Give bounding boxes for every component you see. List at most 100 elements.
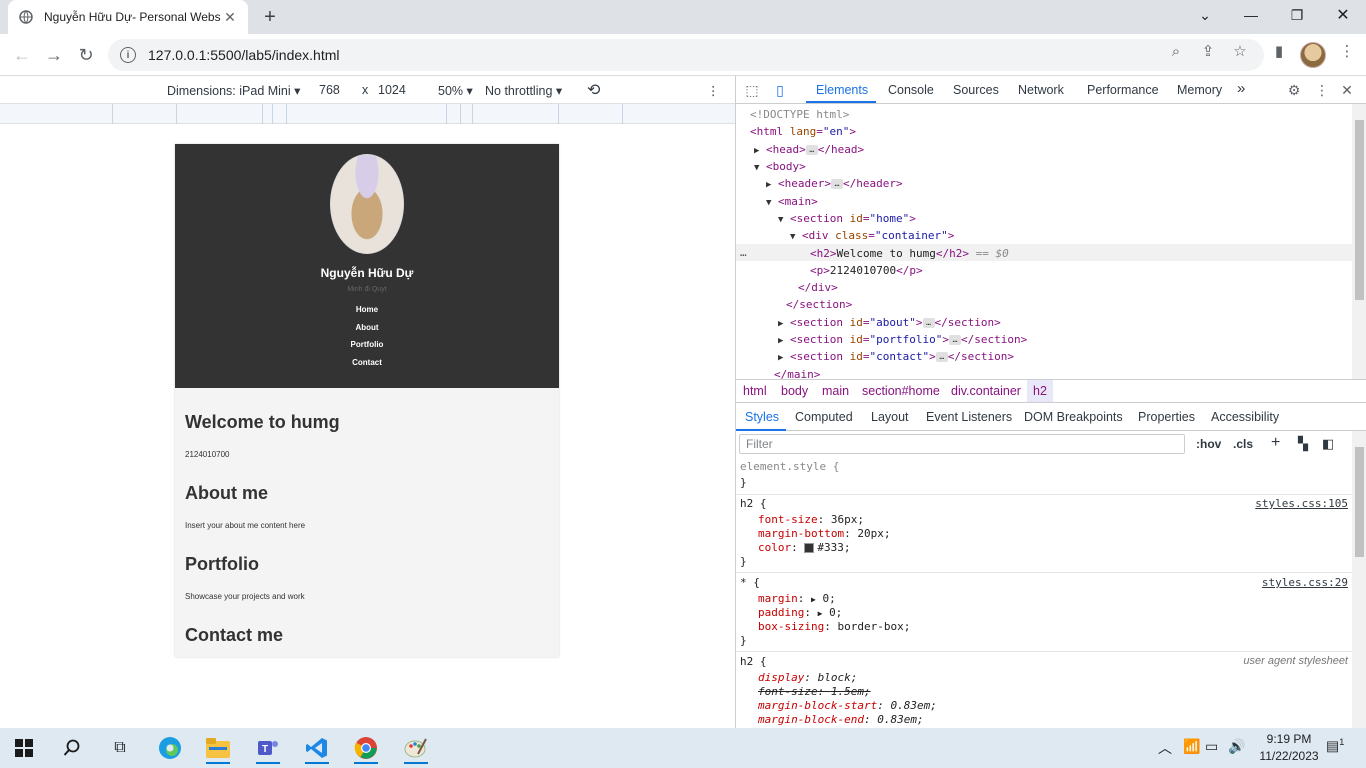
device-select[interactable]: Dimensions: iPad Mini ▾: [167, 83, 300, 98]
tab-search-chevron-icon[interactable]: ⌄: [1182, 0, 1228, 30]
chrome-icon[interactable]: [346, 732, 386, 764]
forward-button[interactable]: →: [42, 43, 66, 67]
decl-font-size[interactable]: font-size: 36px;: [758, 513, 864, 527]
dom-node-ellipsis[interactable]: …: [740, 244, 747, 261]
h2-rule-source-link[interactable]: styles.css:105: [1255, 497, 1348, 511]
dom-p[interactable]: <p>2124010700</p>: [810, 262, 923, 279]
dom-header[interactable]: ▶ <header>… </header>: [766, 175, 903, 192]
nav-home-link[interactable]: Home: [175, 301, 559, 319]
more-tabs-icon[interactable]: »: [1237, 80, 1245, 97]
width-input[interactable]: 768: [319, 83, 340, 97]
media-query-ruler[interactable]: [0, 104, 735, 124]
vscode-icon[interactable]: [297, 732, 337, 764]
minimize-button[interactable]: —: [1228, 0, 1274, 30]
system-clock[interactable]: 9:19 PM 11/22/2023: [1254, 731, 1324, 765]
dom-div-container[interactable]: ▼ <div class="container">: [790, 227, 954, 244]
dom-section-portfolio[interactable]: ▶ <section id="portfolio">… </section>: [778, 331, 1027, 348]
tab-elements[interactable]: Elements: [816, 83, 868, 97]
nav-contact-link[interactable]: Contact: [175, 354, 559, 372]
paint-roller-icon[interactable]: ▚: [1298, 436, 1308, 452]
device-more-icon[interactable]: ⋮: [707, 83, 720, 98]
crumb-main[interactable]: main: [822, 384, 849, 398]
tab-network[interactable]: Network: [1018, 83, 1064, 97]
zoom-select[interactable]: 50% ▾: [438, 83, 473, 98]
dom-section-close[interactable]: </section>: [786, 296, 852, 313]
dom-scrollbar[interactable]: [1352, 104, 1366, 379]
edge-icon[interactable]: [150, 732, 190, 764]
search-icon[interactable]: [52, 732, 92, 764]
h2-rule-selector[interactable]: h2 {: [740, 497, 767, 511]
address-bar[interactable]: i 127.0.0.1:5500/lab5/index.html: [108, 39, 1264, 71]
computed-sidebar-icon[interactable]: ◧: [1322, 436, 1334, 452]
styles-filter-input[interactable]: Filter: [739, 434, 1185, 454]
notification-icon[interactable]: ▤1: [1326, 737, 1344, 755]
restore-button[interactable]: ❐: [1274, 0, 1320, 30]
decl-margin[interactable]: margin: ▶ 0;: [758, 592, 836, 606]
ua-h2-selector[interactable]: h2 {: [740, 655, 767, 669]
dom-div-close[interactable]: </div>: [798, 279, 838, 296]
tab-accessibility[interactable]: Accessibility: [1211, 410, 1279, 424]
zoom-icon[interactable]: ⌕: [1167, 42, 1185, 60]
side-panel-icon[interactable]: ▮: [1270, 42, 1288, 60]
close-devtools-icon[interactable]: ✕: [1339, 82, 1355, 98]
decl-color[interactable]: color: #333;: [758, 541, 851, 555]
share-icon[interactable]: ⇪: [1199, 42, 1217, 60]
star-rule-selector[interactable]: * {: [740, 576, 760, 590]
show-hidden-icons-chevron[interactable]: ︿: [1158, 738, 1172, 758]
back-button[interactable]: ←: [10, 43, 34, 67]
rotate-icon[interactable]: ⟲: [587, 80, 600, 100]
dom-section-about[interactable]: ▶ <section id="about">… </section>: [778, 314, 1001, 331]
inspect-element-icon[interactable]: ⬚: [744, 82, 760, 98]
tab-console[interactable]: Console: [888, 83, 934, 97]
crumb-h2[interactable]: h2: [1027, 380, 1053, 402]
dom-section-contact[interactable]: ▶ <section id="contact">… </section>: [778, 348, 1014, 365]
new-rule-icon[interactable]: +: [1271, 434, 1280, 452]
dom-doctype[interactable]: <!DOCTYPE html>: [750, 106, 849, 123]
crumb-section[interactable]: section#home: [862, 384, 940, 398]
decl-margin-bottom[interactable]: margin-bottom: 20px;: [758, 527, 890, 541]
color-swatch[interactable]: [804, 543, 815, 553]
element-style-rule[interactable]: element.style {: [740, 460, 839, 474]
wifi-icon[interactable]: 📶: [1183, 738, 1200, 755]
new-tab-button[interactable]: +: [258, 5, 282, 29]
styles-scrollbar[interactable]: [1352, 431, 1366, 728]
info-icon[interactable]: i: [120, 47, 136, 63]
cls-toggle[interactable]: .cls: [1233, 437, 1253, 451]
teams-icon[interactable]: T: [248, 732, 288, 764]
dom-body[interactable]: ▼ <body>: [754, 158, 806, 175]
devtools-more-icon[interactable]: ⋮: [1314, 82, 1330, 98]
start-windows-icon[interactable]: [4, 732, 44, 764]
profile-avatar[interactable]: [1300, 42, 1326, 68]
tab-sources[interactable]: Sources: [953, 83, 999, 97]
reload-button[interactable]: ↻: [74, 43, 98, 67]
nav-about-link[interactable]: About: [175, 319, 559, 337]
star-rule-source-link[interactable]: styles.css:29: [1262, 576, 1348, 590]
chrome-menu-icon[interactable]: ⋮: [1338, 42, 1356, 60]
tab-properties[interactable]: Properties: [1138, 410, 1195, 424]
dom-section-home[interactable]: ▼ <section id="home">: [778, 210, 916, 227]
tab-layout[interactable]: Layout: [871, 410, 909, 424]
crumb-body[interactable]: body: [781, 384, 808, 398]
battery-icon[interactable]: ▭: [1205, 738, 1218, 755]
tab-memory[interactable]: Memory: [1177, 83, 1222, 97]
dom-head[interactable]: ▶ <head>… </head>: [754, 141, 864, 158]
dom-main[interactable]: ▼ <main>: [766, 193, 818, 210]
paint-icon[interactable]: [396, 732, 436, 764]
nav-portfolio-link[interactable]: Portfolio: [175, 336, 559, 354]
browser-tab[interactable]: Nguyễn Hữu Dự- Personal Webs ✕: [8, 0, 248, 34]
bookmark-star-icon[interactable]: ☆: [1231, 42, 1249, 60]
tab-styles[interactable]: Styles: [745, 410, 779, 424]
tab-performance[interactable]: Performance: [1087, 83, 1159, 97]
dom-html[interactable]: <html lang="en">: [750, 123, 856, 140]
hov-toggle[interactable]: :hov: [1196, 437, 1221, 451]
dom-h2[interactable]: <h2>Welcome to humg</h2> == $0: [810, 245, 1009, 262]
task-view-icon[interactable]: ⧉: [100, 732, 140, 764]
tab-computed[interactable]: Computed: [795, 410, 853, 424]
file-explorer-icon[interactable]: [198, 732, 238, 764]
decl-padding[interactable]: padding: ▶ 0;: [758, 606, 842, 620]
decl-box-sizing[interactable]: box-sizing: border-box;: [758, 620, 910, 634]
close-tab-icon[interactable]: ✕: [222, 9, 238, 25]
volume-icon[interactable]: 🔊: [1228, 738, 1245, 755]
device-toggle-icon[interactable]: ▯: [772, 82, 788, 98]
crumb-div[interactable]: div.container: [951, 384, 1021, 398]
